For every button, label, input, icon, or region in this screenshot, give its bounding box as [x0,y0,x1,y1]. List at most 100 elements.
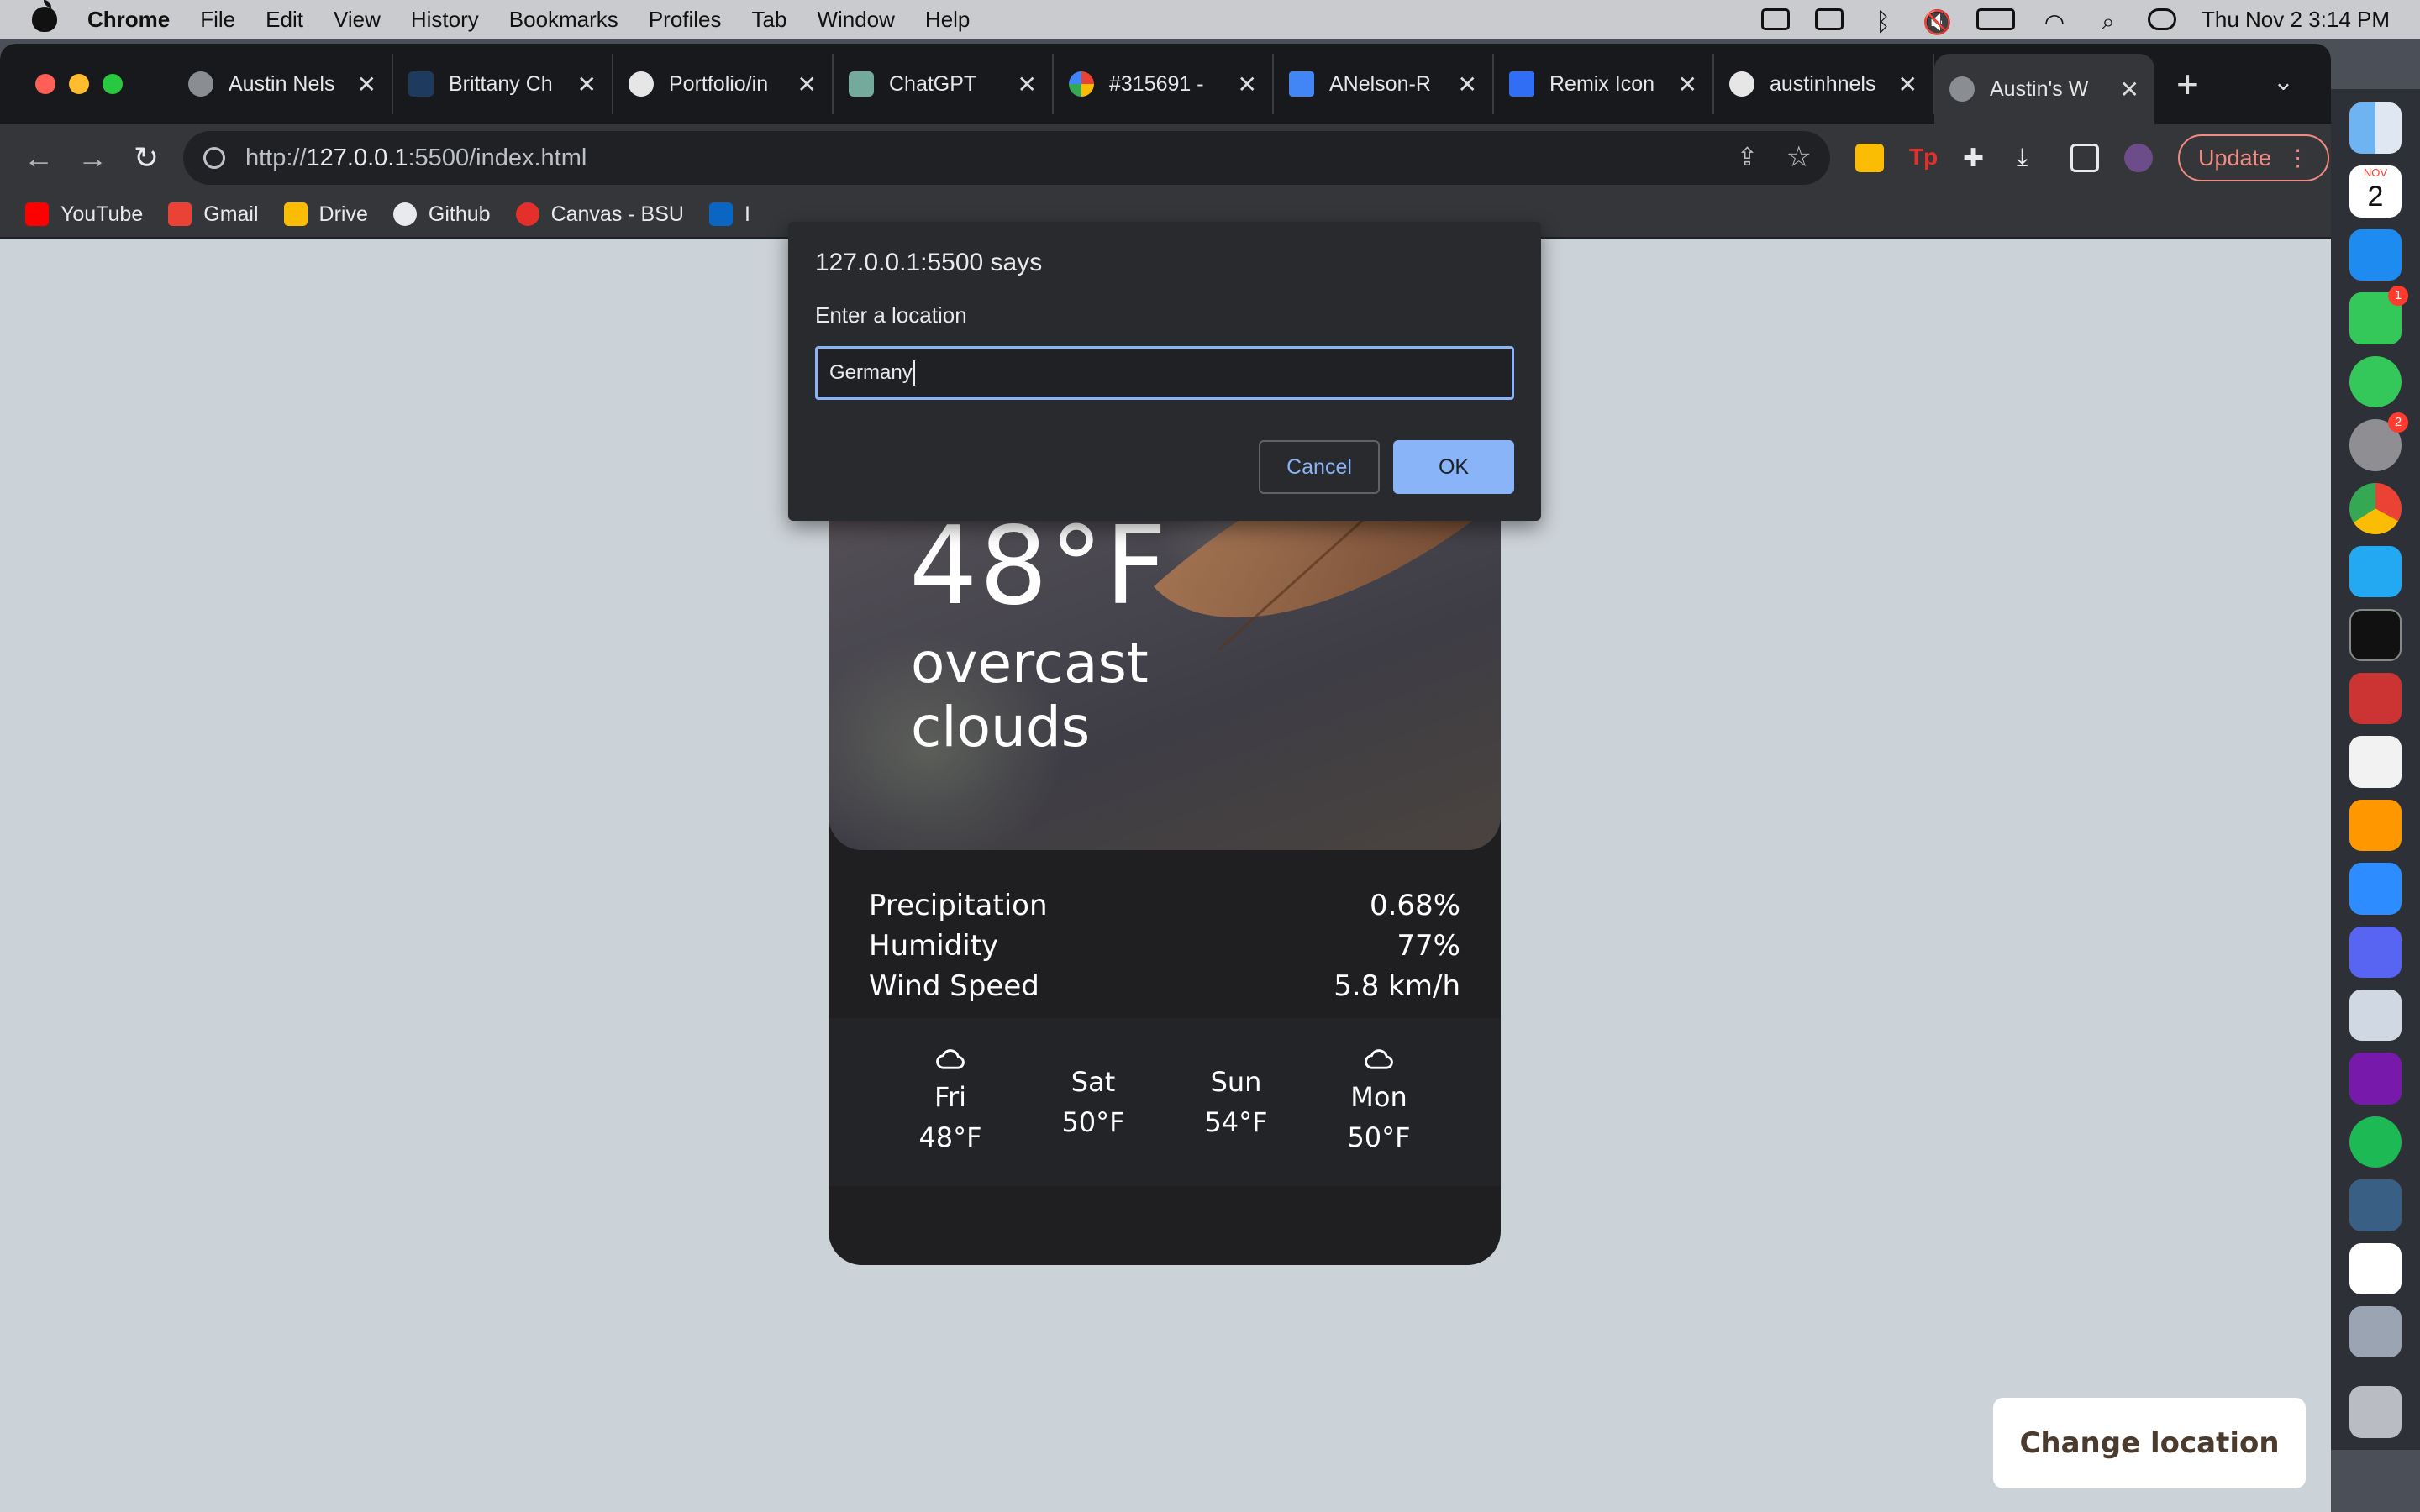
download-icon[interactable]: ⤓ [2017,144,2045,172]
menu-profiles[interactable]: Profiles [649,7,722,33]
dialog-message: Enter a location [815,302,967,328]
more-vertical-icon[interactable]: ⋮ [2286,145,2309,171]
tab-1[interactable]: Brittany Ch ✕ [393,54,613,114]
facetime-icon[interactable]: 1 [2349,286,2408,344]
tab-label: ANelson-R [1329,71,1431,96]
weather-description: overcast clouds [911,631,1149,759]
sticky-notes-extension-icon[interactable] [1855,144,1884,172]
forward-arrow-icon[interactable]: → [77,140,108,176]
chevron-down-icon[interactable]: ⌄ [2273,67,2294,97]
tab-5[interactable]: ANelson-R ✕ [1274,54,1494,114]
zoom-window-button[interactable] [103,74,123,94]
bookmark-youtube[interactable]: YouTube [25,202,143,227]
bookmark-star-icon[interactable]: ☆ [1786,140,1812,174]
tab-6[interactable]: Remix Icon ✕ [1494,54,1714,114]
trash-icon[interactable] [2349,1386,2402,1438]
terminal-icon[interactable] [2349,609,2402,661]
sublime-text-icon[interactable] [2349,799,2402,852]
screen-mirror-icon[interactable] [1761,8,1790,30]
mysql-workbench-icon[interactable] [2349,1179,2402,1231]
calendar-icon[interactable]: NOV 2 [2349,165,2402,218]
update-button[interactable]: Update ⋮ [2178,134,2330,181]
tab-7[interactable]: austinhnels ✕ [1714,54,1934,114]
tab-label: Remix Icon [1549,71,1655,96]
onenote-icon[interactable] [2349,1053,2402,1105]
keyboard-icon[interactable] [1815,8,1844,30]
mute-icon[interactable]: 🔇 [1923,8,1952,35]
extensions-puzzle-icon[interactable]: ✚ [1963,144,1991,172]
close-icon[interactable]: ✕ [577,71,597,98]
spotify-icon[interactable] [2349,1116,2402,1168]
bluetooth-icon[interactable]: ᛒ [1869,8,1897,36]
menu-edit[interactable]: Edit [266,7,303,33]
back-arrow-icon[interactable]: ← [24,140,54,176]
spotlight-search-icon[interactable]: ⌕ [2094,8,2123,34]
menu-tab[interactable]: Tab [752,7,787,33]
stat-label: Wind Speed [869,969,1039,1003]
menu-app-name[interactable]: Chrome [87,7,170,33]
share-icon[interactable]: ⇪ [1737,143,1758,172]
close-window-button[interactable] [35,74,55,94]
close-icon[interactable]: ✕ [1458,71,1477,98]
messages-icon[interactable] [2349,355,2402,408]
menu-window[interactable]: Window [817,7,894,33]
location-input[interactable]: Germany [815,346,1514,400]
menu-clock[interactable]: Thu Nov 2 3:14 PM [2202,7,2390,33]
forecast-day-label: Sat [1071,1066,1116,1098]
close-icon[interactable]: ✕ [2120,76,2139,103]
tab-3[interactable]: ChatGPT ✕ [834,54,1054,114]
bookmark-linkedin[interactable]: I [708,202,750,227]
change-location-button[interactable]: Change location [1993,1398,2306,1488]
tp-extension-icon[interactable]: Tp [1909,144,1938,172]
system-settings-icon[interactable]: 2 [2349,412,2408,471]
menu-bookmarks[interactable]: Bookmarks [509,7,618,33]
avatar[interactable] [2124,144,2153,172]
new-tab-icon[interactable]: + [2176,61,2199,107]
bookmark-drive[interactable]: Drive [283,202,368,227]
zoom-icon[interactable] [2349,863,2402,915]
battery-icon[interactable] [1976,8,2015,30]
finder-icon[interactable] [2349,102,2402,155]
chrome-icon[interactable] [2349,482,2402,534]
menu-file[interactable]: File [200,7,235,33]
menu-help[interactable]: Help [925,7,970,33]
close-icon[interactable]: ✕ [357,71,376,98]
control-center-icon[interactable] [2148,8,2176,30]
close-icon[interactable]: ✕ [1898,71,1918,98]
utility-icon[interactable] [2349,1306,2402,1358]
close-icon[interactable]: ✕ [1238,71,1257,98]
textedit-icon[interactable] [2349,736,2402,788]
url-path: :5500/index.html [408,144,587,171]
tab-4[interactable]: #315691 - ✕ [1054,54,1274,114]
menu-view[interactable]: View [334,7,381,33]
reload-icon[interactable]: ↻ [131,140,161,176]
bookmark-github[interactable]: Github [392,202,491,227]
linkedin-icon [708,202,733,226]
apple-icon[interactable] [32,0,57,32]
close-icon[interactable]: ✕ [1678,71,1697,98]
preview-icon[interactable] [2349,989,2402,1042]
tab-8-active[interactable]: Austin's W ✕ [1934,54,2154,124]
tab-2[interactable]: Portfolio/in ✕ [613,54,834,114]
side-panel-icon[interactable] [2070,144,2099,172]
app-store-icon[interactable] [2349,228,2402,281]
discord-icon[interactable] [2349,926,2402,978]
ok-button[interactable]: OK [1393,440,1514,494]
menu-history[interactable]: History [411,7,479,33]
bookmark-gmail[interactable]: Gmail [168,202,259,227]
address-bar[interactable]: http://127.0.0.1:5500/index.html ⇪ ☆ [183,131,1830,185]
drive-icon [283,202,308,226]
site-info-icon[interactable] [203,147,225,169]
slack-icon[interactable] [2349,1242,2402,1295]
minimize-window-button[interactable] [69,74,89,94]
bookmark-canvas[interactable]: Canvas - BSU [515,202,684,227]
wifi-icon[interactable]: ◠ [2040,8,2069,35]
parallels-icon[interactable] [2349,672,2402,725]
cancel-button[interactable]: Cancel [1259,440,1380,494]
close-icon[interactable]: ✕ [1018,71,1037,98]
tab-0[interactable]: Austin Nels ✕ [173,54,393,114]
stat-label: Humidity [869,929,999,963]
location-input-value: Germany [829,361,913,384]
close-icon[interactable]: ✕ [797,71,817,98]
vscode-icon[interactable] [2349,545,2402,598]
